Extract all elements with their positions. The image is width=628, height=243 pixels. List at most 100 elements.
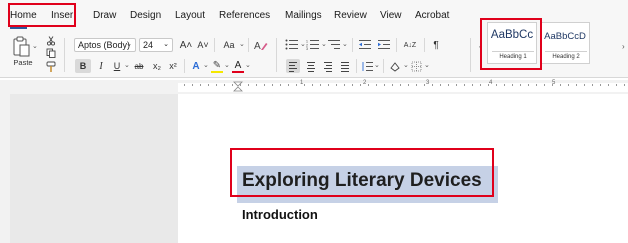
increase-indent-icon[interactable] [377, 39, 391, 50]
format-painter-icon[interactable] [46, 61, 58, 73]
ruler-tick [232, 84, 233, 86]
tab-mailings[interactable]: Mailings [285, 10, 322, 21]
paste-label: Paste [13, 58, 33, 67]
ruler-tick [480, 84, 481, 86]
vertical-ruler [0, 94, 10, 243]
ruler-tick [408, 84, 409, 86]
font-size-dropdown[interactable]: 24 ⌄ [139, 38, 173, 52]
chevron-down-icon[interactable]: ⌄ [203, 61, 209, 69]
align-center-button[interactable] [304, 59, 318, 73]
ruler-tick [256, 84, 257, 86]
annotation-box-tabs [8, 3, 76, 27]
chevron-down-icon[interactable]: ⌄ [424, 61, 430, 69]
chevron-down-icon[interactable]: ⌄ [374, 61, 380, 69]
ruler-tick [472, 84, 473, 86]
tab-design[interactable]: Design [130, 10, 161, 21]
italic-button[interactable]: I [95, 59, 107, 73]
chevron-down-icon[interactable]: ⌄ [239, 40, 245, 48]
sort-button[interactable]: A↓Z [402, 38, 418, 52]
line-spacing-icon[interactable] [361, 61, 373, 72]
ruler-tick [264, 84, 265, 86]
ribbon-separator [276, 38, 277, 72]
ruler-tick [544, 84, 545, 86]
active-tab-indicator [10, 27, 27, 29]
cut-icon[interactable] [46, 36, 56, 46]
ruler-tick [200, 84, 201, 86]
chevron-down-icon[interactable]: ⌄ [300, 40, 306, 48]
ruler-tick [520, 84, 521, 86]
subscript-button[interactable]: x₂ [150, 59, 164, 73]
ruler-tick [608, 84, 609, 86]
ruler-tick [248, 84, 249, 86]
bold-button[interactable]: B [75, 59, 91, 73]
font-name-dropdown[interactable]: Aptos (Body) ⌄ [74, 38, 136, 52]
shrink-font-button[interactable]: A˅ [196, 38, 210, 52]
ruler-tick [336, 84, 337, 86]
annotation-box-heading-style [480, 18, 542, 70]
ruler-tick [288, 84, 289, 86]
ruler-tick [352, 84, 353, 86]
change-case-button[interactable]: Aa [220, 38, 238, 52]
ruler-tick [208, 84, 209, 86]
ruler-tick [376, 84, 377, 86]
document-heading[interactable]: Introduction [242, 207, 318, 222]
style-heading-2[interactable]: AaBbCcD Heading 2 [540, 22, 590, 64]
ruler-tick [496, 84, 497, 86]
font-name-value: Aptos (Body) [78, 40, 131, 50]
annotation-box-title [230, 148, 494, 197]
clipboard-icon[interactable] [12, 36, 32, 58]
strikethrough-button[interactable]: ab [132, 59, 146, 73]
font-size-value: 24 [143, 40, 154, 50]
copy-icon[interactable] [46, 48, 56, 58]
decrease-indent-icon[interactable] [358, 39, 372, 50]
ruler-tick [568, 84, 569, 86]
chevron-down-icon[interactable]: ⌄ [342, 40, 348, 48]
highlight-color-button[interactable]: ✎ [211, 59, 223, 73]
styles-scroll-right-icon[interactable]: › [622, 42, 625, 51]
borders-icon[interactable] [411, 61, 422, 72]
ruler-tick [624, 84, 625, 86]
chevron-down-icon[interactable]: ⌄ [321, 40, 327, 48]
ruler-tick [504, 84, 505, 86]
ruler-tick [584, 84, 585, 86]
grow-font-button[interactable]: A˄ [179, 38, 193, 52]
tab-layout[interactable]: Layout [175, 10, 205, 21]
chevron-down-icon[interactable]: ⌄ [124, 61, 130, 69]
superscript-button[interactable]: x² [166, 59, 180, 73]
tab-references[interactable]: References [219, 10, 270, 21]
ruler-tick [536, 84, 537, 86]
tab-acrobat[interactable]: Acrobat [415, 10, 449, 21]
ruler-tick [344, 84, 345, 86]
ruler-tick [368, 84, 369, 86]
ruler-tick [432, 84, 433, 86]
text-effects-button[interactable]: A [190, 59, 202, 73]
paste-dropdown-arrow[interactable]: ⌄ [32, 42, 38, 50]
align-right-button[interactable] [321, 59, 335, 73]
chevron-down-icon[interactable]: ⌄ [224, 61, 230, 69]
clear-formatting-icon[interactable]: A [254, 39, 268, 51]
svg-text:3: 3 [306, 47, 308, 50]
ruler-tick [184, 84, 185, 86]
show-formatting-marks-button[interactable]: ¶ [429, 38, 443, 52]
style-sample: AaBbCcD [544, 31, 586, 42]
tab-draw[interactable]: Draw [93, 10, 116, 21]
underline-button[interactable]: U [111, 59, 123, 73]
numbering-icon[interactable]: 1 2 3 [306, 39, 320, 50]
chevron-down-icon[interactable]: ⌄ [245, 61, 251, 69]
multilevel-list-icon[interactable] [327, 39, 341, 50]
ruler-tick [280, 84, 281, 86]
tab-view[interactable]: View [380, 10, 402, 21]
indent-marker-icon[interactable] [233, 81, 243, 93]
bullets-icon[interactable] [285, 39, 299, 50]
font-color-button[interactable]: A [232, 59, 244, 73]
ribbon-separator [352, 38, 353, 52]
ribbon-separator [184, 59, 185, 73]
shading-icon[interactable] [389, 61, 401, 72]
svg-text:A: A [254, 41, 261, 51]
tab-review[interactable]: Review [334, 10, 367, 21]
ruler-tick [448, 84, 449, 86]
chevron-down-icon[interactable]: ⌄ [403, 61, 409, 69]
justify-button[interactable] [338, 59, 352, 73]
ruler-tick [528, 84, 529, 86]
align-left-button[interactable] [286, 59, 300, 73]
